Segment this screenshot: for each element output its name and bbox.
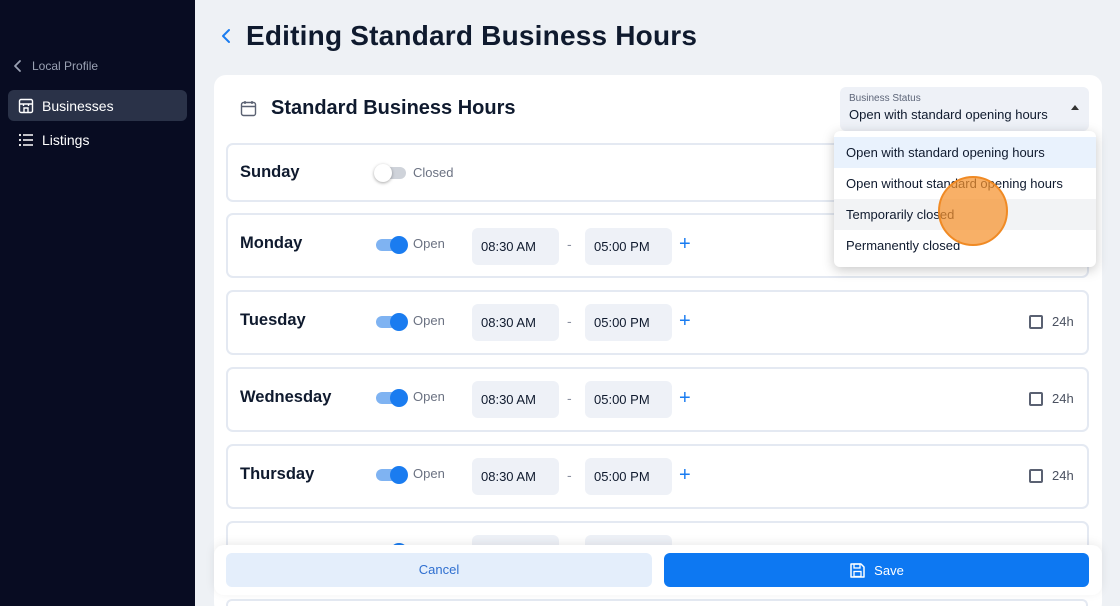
all-day-checkbox[interactable]: 24h: [1029, 314, 1074, 329]
checkbox-box: [1029, 314, 1043, 329]
time-separator: -: [567, 467, 572, 483]
page-header: Editing Standard Business Hours: [220, 20, 697, 52]
status-option-standard-hours[interactable]: Open with standard opening hours: [834, 137, 1096, 168]
cancel-button[interactable]: Cancel: [226, 553, 652, 587]
day-name: Sunday: [240, 163, 300, 181]
back-link-label: Local Profile: [32, 59, 99, 73]
day-open-toggle[interactable]: [376, 313, 408, 331]
add-time-range-button[interactable]: +: [679, 310, 691, 333]
back-chevron-icon[interactable]: [220, 26, 232, 46]
day-row-wednesday: Wednesday Open 08:30 AM - 05:00 PM + 24h: [226, 367, 1089, 432]
open-time-input[interactable]: 08:30 AM: [472, 381, 559, 418]
close-time-input[interactable]: 05:00 PM: [585, 381, 672, 418]
sidebar-item-listings[interactable]: Listings: [8, 124, 187, 155]
day-row-tuesday: Tuesday Open 08:30 AM - 05:00 PM + 24h: [226, 290, 1089, 355]
day-state-label: Open: [413, 313, 445, 328]
day-name: Wednesday: [240, 388, 332, 406]
day-name: Thursday: [240, 465, 315, 483]
toggle-knob: [390, 389, 408, 407]
checkbox-box: [1029, 468, 1043, 483]
open-time-input[interactable]: 08:30 AM: [472, 228, 559, 265]
time-separator: -: [567, 390, 572, 406]
checkbox-box: [1029, 391, 1043, 406]
day-name: Monday: [240, 234, 303, 252]
all-day-label: 24h: [1052, 314, 1074, 329]
back-to-local-profile[interactable]: Local Profile: [12, 59, 98, 73]
close-time-input[interactable]: 05:00 PM: [585, 228, 672, 265]
sidebar-item-businesses[interactable]: Businesses: [8, 90, 187, 121]
caret-up-icon: [1071, 105, 1079, 110]
add-time-range-button[interactable]: +: [679, 387, 691, 410]
store-icon: [18, 98, 34, 113]
day-state-label: Closed: [413, 165, 454, 180]
all-day-checkbox[interactable]: 24h: [1029, 391, 1074, 406]
next-row-edge: [226, 599, 1088, 606]
add-time-range-button[interactable]: +: [679, 464, 691, 487]
toggle-knob: [390, 466, 408, 484]
toggle-knob: [374, 164, 392, 182]
chevron-left-icon: [14, 60, 21, 72]
open-time-input[interactable]: 08:30 AM: [472, 304, 559, 341]
floppy-disk-icon: [850, 562, 865, 578]
all-day-label: 24h: [1052, 391, 1074, 406]
status-option-without-standard-hours[interactable]: Open without standard opening hours: [834, 168, 1096, 199]
card-title: Standard Business Hours: [271, 97, 516, 119]
toggle-knob: [390, 236, 408, 254]
sidebar: Local Profile Businesses Listings: [0, 0, 195, 606]
day-state-label: Open: [413, 236, 445, 251]
status-option-temporarily-closed[interactable]: Temporarily closed: [834, 199, 1096, 230]
toggle-knob: [390, 313, 408, 331]
all-day-checkbox[interactable]: 24h: [1029, 468, 1074, 483]
day-name: Tuesday: [240, 311, 306, 329]
time-separator: -: [567, 313, 572, 329]
business-status-dropdown: Open with standard opening hours Open wi…: [834, 131, 1096, 267]
open-time-input[interactable]: 08:30 AM: [472, 458, 559, 495]
business-status-value: Open with standard opening hours: [849, 107, 1048, 122]
business-status-label: Business Status: [849, 93, 921, 104]
day-row-thursday: Thursday Open 08:30 AM - 05:00 PM + 24h: [226, 444, 1089, 509]
status-option-permanently-closed[interactable]: Permanently closed: [834, 230, 1096, 261]
page-title: Editing Standard Business Hours: [246, 20, 698, 51]
business-status-select[interactable]: Business Status Open with standard openi…: [840, 87, 1089, 131]
card-header: Standard Business Hours: [240, 97, 516, 120]
sidebar-item-label: Listings: [42, 131, 90, 148]
day-open-toggle[interactable]: [374, 164, 406, 182]
all-day-label: 24h: [1052, 468, 1074, 483]
save-button-label: Save: [874, 562, 904, 578]
calendar-icon: [240, 101, 257, 117]
day-state-label: Open: [413, 466, 445, 481]
time-separator: -: [567, 236, 572, 252]
add-time-range-button[interactable]: +: [679, 233, 691, 256]
close-time-input[interactable]: 05:00 PM: [585, 304, 672, 341]
save-button[interactable]: Save: [664, 553, 1089, 587]
sidebar-item-label: Businesses: [42, 97, 114, 114]
day-open-toggle[interactable]: [376, 389, 408, 407]
day-open-toggle[interactable]: [376, 236, 408, 254]
close-time-input[interactable]: 05:00 PM: [585, 458, 672, 495]
day-open-toggle[interactable]: [376, 466, 408, 484]
footer-action-bar: Cancel Save: [214, 545, 1102, 595]
list-icon: [18, 133, 33, 146]
day-state-label: Open: [413, 389, 445, 404]
